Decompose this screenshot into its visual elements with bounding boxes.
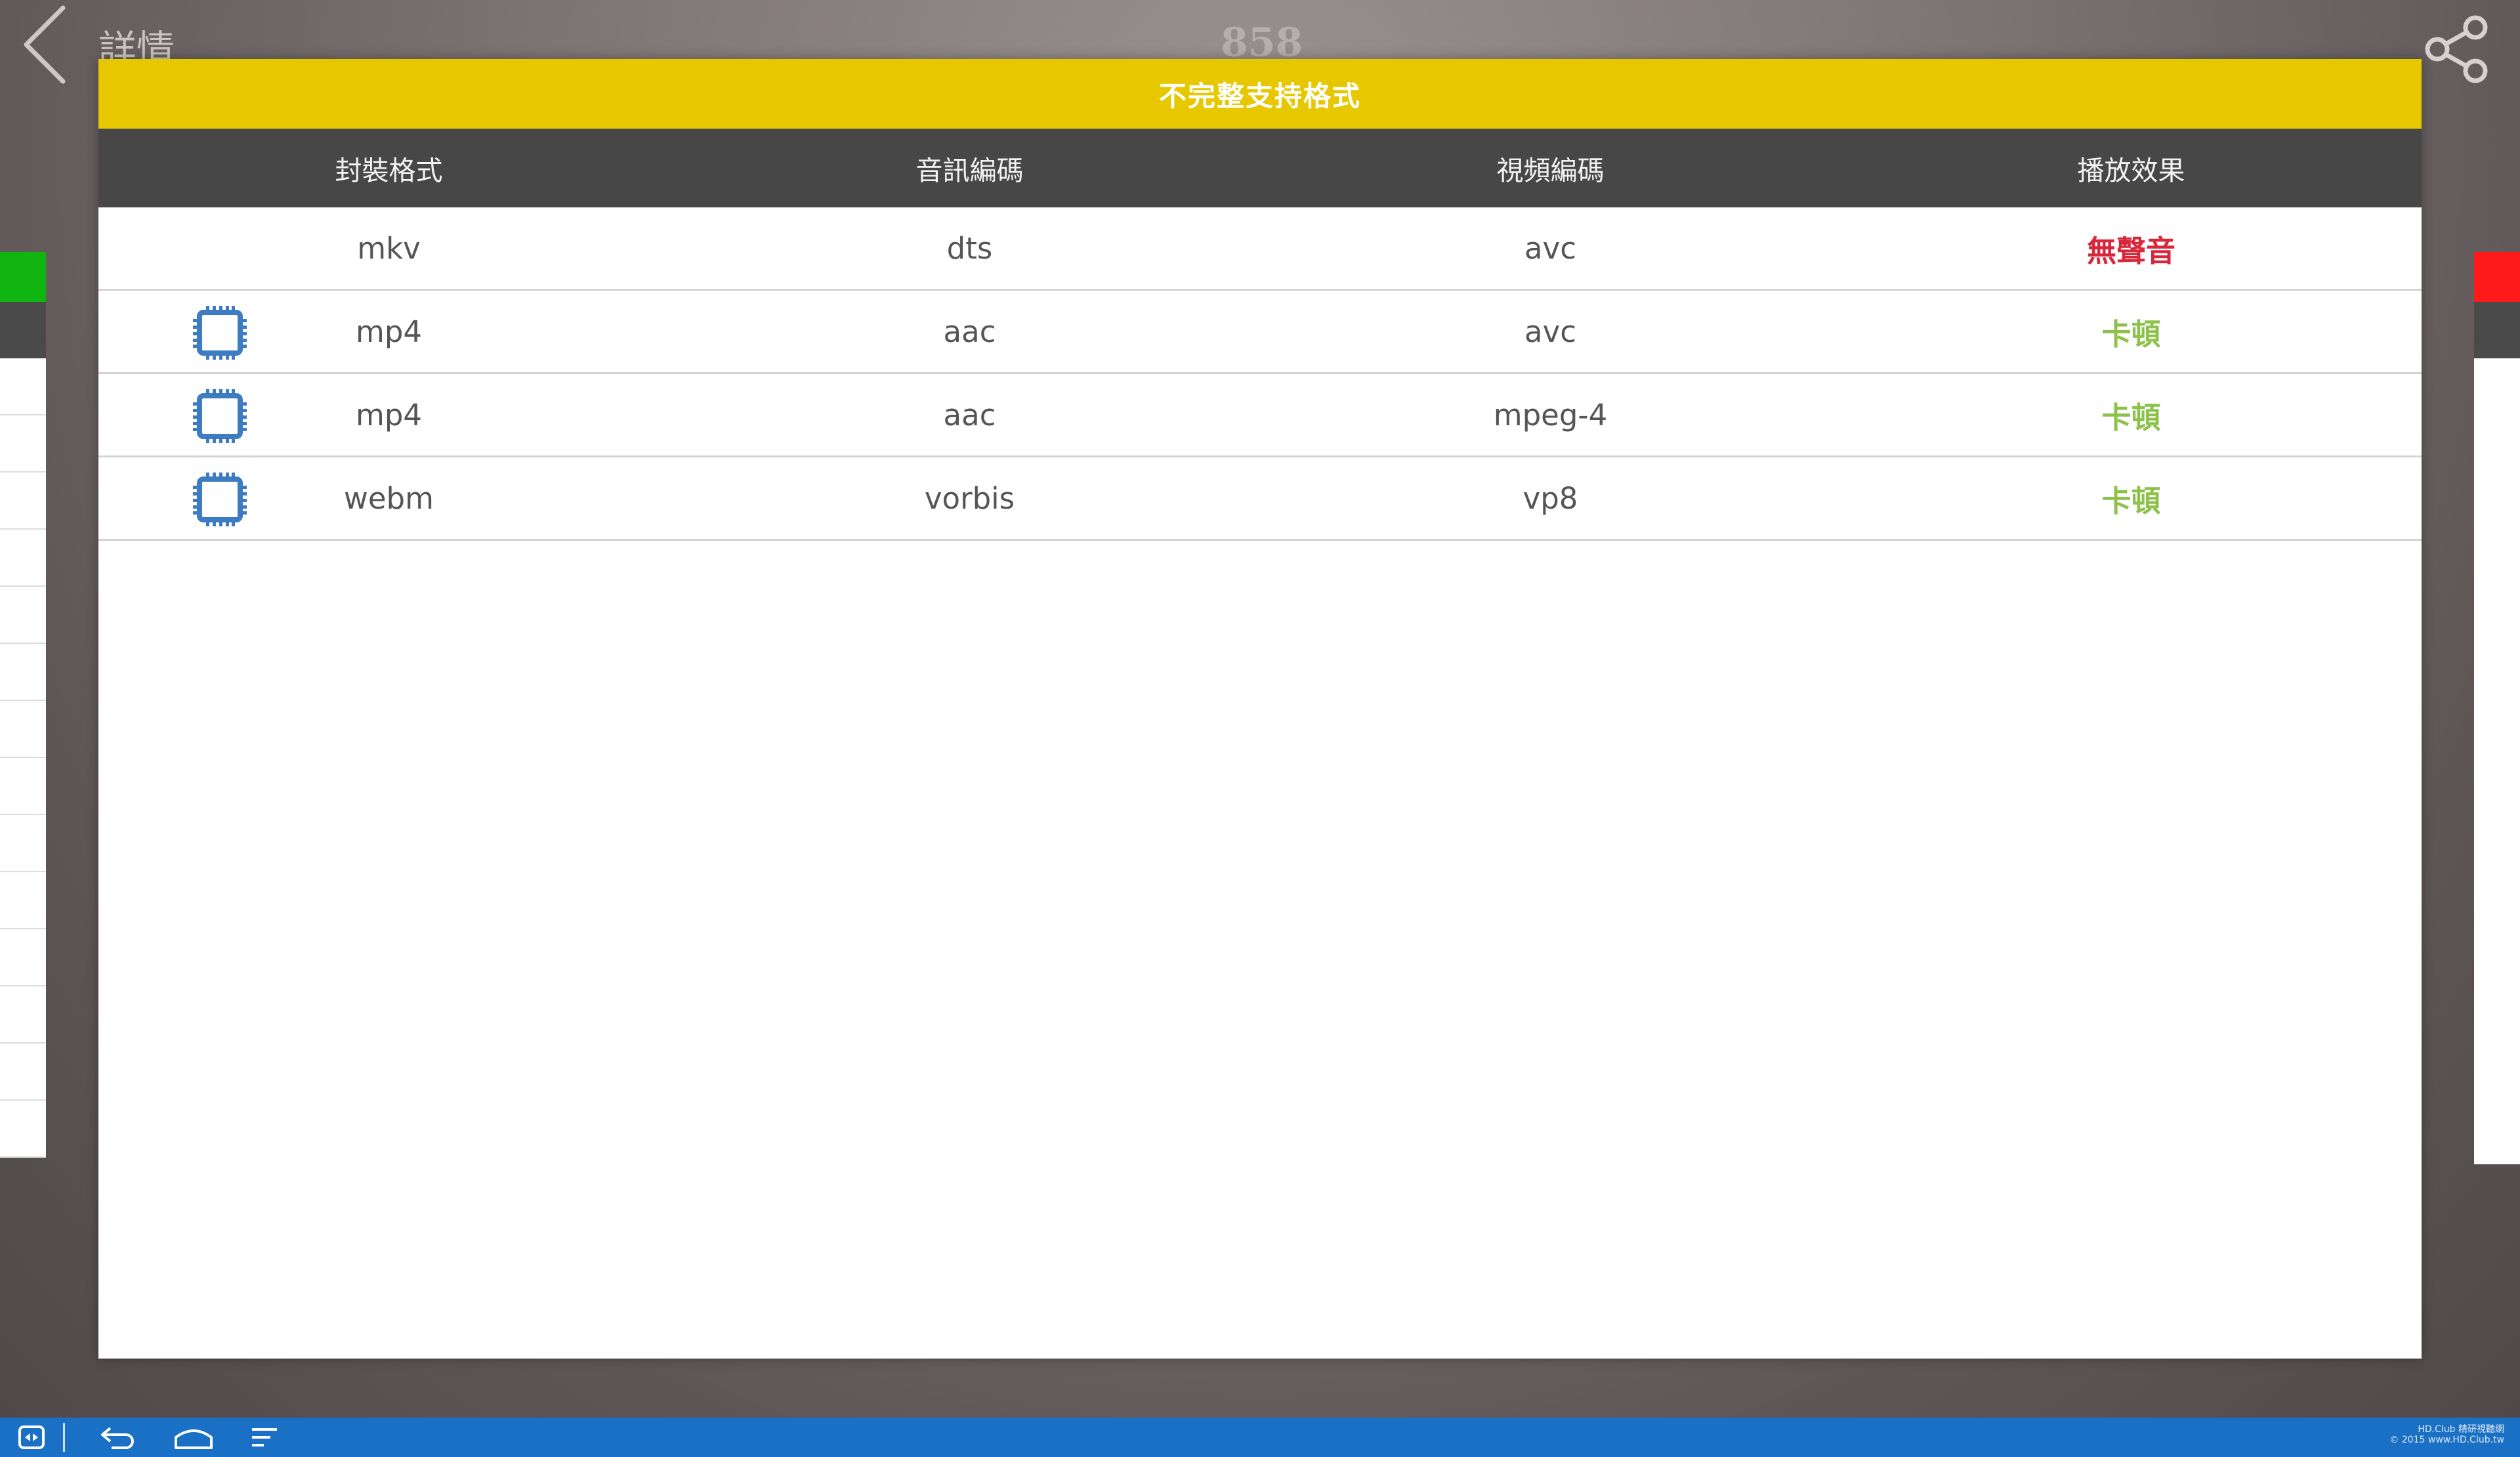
- table-header: 封裝格式 音訊編碼 視頻編碼 播放效果: [98, 129, 2422, 207]
- column-header-audio: 音訊編碼: [915, 155, 1024, 186]
- hardware-chip-icon: [193, 473, 247, 526]
- result-cell: 卡頓: [2101, 483, 2161, 518]
- result-cell: 無聲音: [2086, 233, 2175, 268]
- video-codec-cell: vp8: [1522, 480, 1578, 516]
- watermark-line-1: HD.Club 精研視聽網: [2418, 1424, 2504, 1435]
- result-cell: 卡頓: [2101, 400, 2161, 435]
- table-row: mp4 aac avc 卡頓: [98, 291, 2422, 374]
- list-header: [0, 302, 46, 358]
- status-indicator-red: [2474, 252, 2520, 302]
- system-navigation-bar: HD.Club 精研視聽網 © 2015 www.HD.Club.tw: [0, 1418, 2520, 1457]
- list-cells: [2474, 358, 2520, 1164]
- hardware-chip-icon: [193, 306, 247, 360]
- audio-codec-cell: dts: [946, 230, 993, 266]
- list-header: [2474, 302, 2520, 358]
- watermark: HD.Club 精研視聽網 © 2015 www.HD.Club.tw: [2389, 1424, 2504, 1445]
- column-header-container: 封裝格式: [335, 155, 443, 186]
- remote-control-icon[interactable]: [17, 1423, 46, 1452]
- container-cell: mkv: [357, 230, 421, 266]
- video-codec-cell: avc: [1524, 314, 1576, 349]
- back-icon[interactable]: [98, 1423, 138, 1452]
- audio-codec-cell: vorbis: [924, 480, 1015, 516]
- video-codec-cell: mpeg-4: [1493, 397, 1608, 433]
- hardware-chip-icon: [193, 389, 247, 443]
- table-row: mkv dts avc 無聲音: [98, 207, 2422, 291]
- container-cell: webm: [344, 480, 434, 516]
- status-indicator-green: [0, 252, 46, 302]
- dialog-title: 不完整支持格式: [98, 59, 2422, 129]
- container-cell: mp4: [355, 397, 423, 433]
- background-list-right: [2474, 252, 2520, 1164]
- table-row: webm vorbis vp8 卡頓: [98, 457, 2422, 541]
- audio-codec-cell: aac: [943, 314, 996, 349]
- result-cell: 卡頓: [2101, 316, 2161, 352]
- column-header-result: 播放效果: [2077, 155, 2185, 186]
- list-cells: [0, 358, 46, 1158]
- table-row: mp4 aac mpeg-4 卡頓: [98, 374, 2422, 457]
- share-icon[interactable]: [2422, 13, 2494, 85]
- watermark-line-2: © 2015 www.HD.Club.tw: [2389, 1435, 2504, 1445]
- background-list-left: [0, 252, 46, 1164]
- unsupported-formats-dialog: 不完整支持格式 封裝格式 音訊編碼 視頻編碼 播放效果 mkv dts avc …: [98, 59, 2422, 1359]
- menu-icon[interactable]: [248, 1423, 281, 1452]
- column-header-video: 視頻編碼: [1496, 155, 1605, 186]
- back-arrow-icon[interactable]: [20, 4, 72, 85]
- audio-codec-cell: aac: [943, 397, 996, 433]
- nav-divider: [63, 1423, 65, 1452]
- container-cell: mp4: [355, 314, 423, 349]
- home-icon[interactable]: [172, 1423, 215, 1452]
- video-codec-cell: avc: [1524, 230, 1576, 266]
